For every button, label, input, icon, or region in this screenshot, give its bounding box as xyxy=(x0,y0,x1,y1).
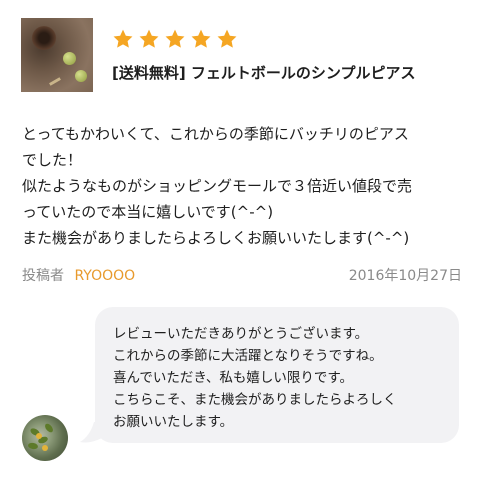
reply-line: 喜んでいただき、私も嬉しい限りです。 xyxy=(113,370,354,386)
review-text: とってもかわいくて、これからの季節にバッチリのピアス でした！ 似たようなものが… xyxy=(22,121,462,251)
review-line: でした！ xyxy=(22,151,83,169)
star-icon xyxy=(191,29,211,48)
product-thumbnail[interactable] xyxy=(21,18,93,92)
earring-pin-image xyxy=(49,77,61,86)
reply-text: レビューいただきありがとうございます。 これからの季節に大活躍となりそうですね。… xyxy=(113,323,397,433)
star-rating xyxy=(112,28,238,50)
poster-name[interactable]: RYOOOO xyxy=(74,268,135,284)
review-line: とってもかわいくて、これからの季節にバッチリのピアス xyxy=(22,125,409,143)
star-icon xyxy=(113,29,133,48)
review-meta: 投稿者 RYOOOO 2016年10月27日 xyxy=(22,265,462,285)
product-title[interactable]: [送料無料] フェルトボールのシンプルピアス xyxy=(112,62,416,83)
review-date: 2016年10月27日 xyxy=(348,268,462,284)
star-icon xyxy=(217,29,237,48)
star-icon xyxy=(139,29,159,48)
review-line: また機会がありましたらよろしくお願いいたします(^-^) xyxy=(22,229,410,247)
poster-label: 投稿者 xyxy=(22,268,64,284)
felt-flower-image xyxy=(31,26,57,50)
felt-ball-image xyxy=(63,52,76,65)
star-icon xyxy=(165,29,185,48)
reply-line: お願いいたします。 xyxy=(113,414,234,430)
shop-avatar[interactable] xyxy=(22,415,68,461)
review-line: 似たようなものがショッピングモールで３倍近い値段で売 xyxy=(22,177,413,195)
review-line: っていたので本当に嬉しいです(^-^) xyxy=(22,203,274,221)
reply-line: これからの季節に大活躍となりそうですね。 xyxy=(113,348,383,364)
reply-line: こちらこそ、また機会がありましたらよろしく xyxy=(113,392,397,408)
felt-ball-image xyxy=(75,70,87,82)
reply-line: レビューいただきありがとうございます。 xyxy=(113,326,369,342)
